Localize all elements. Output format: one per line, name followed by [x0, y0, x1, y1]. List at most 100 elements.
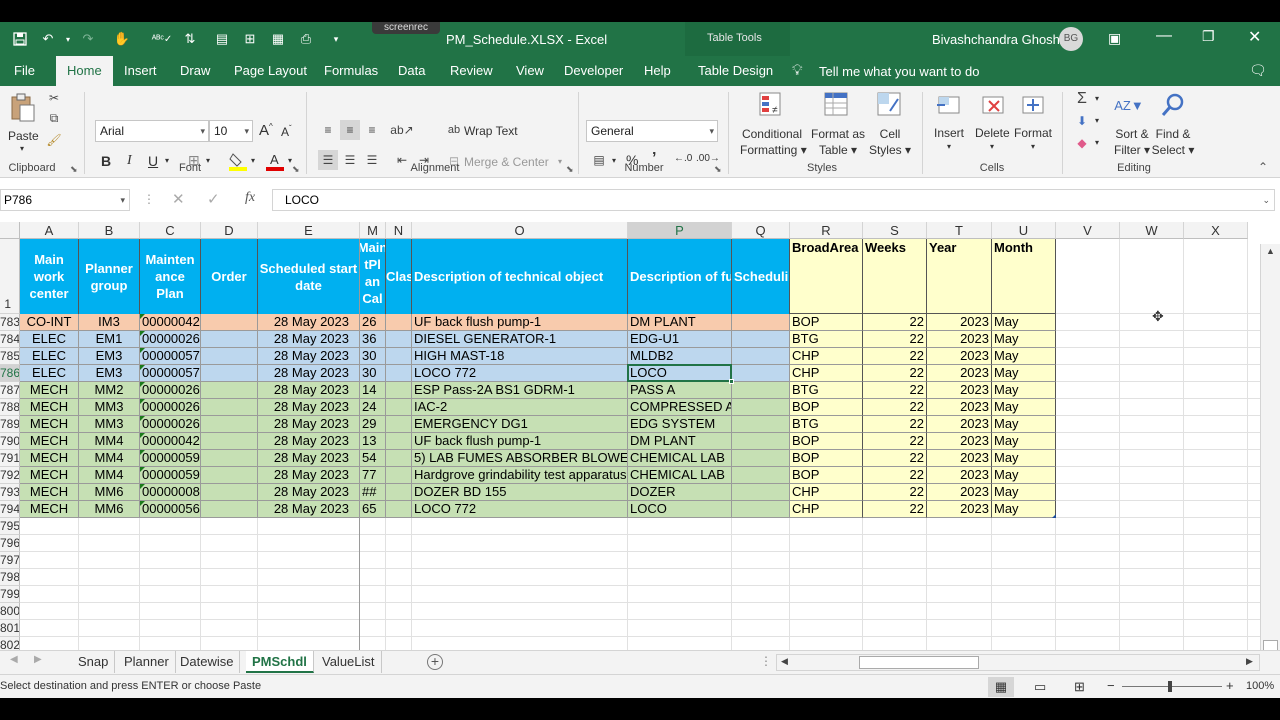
column-header-o[interactable]: O — [412, 222, 628, 239]
cell-a[interactable]: MECH — [20, 399, 79, 416]
cancel-icon[interactable]: ✕ — [172, 190, 185, 208]
header-r[interactable]: BroadArea — [790, 239, 863, 314]
delete-cells-icon[interactable] — [978, 90, 1008, 120]
font-size-combo[interactable]: 10 ▾ — [209, 120, 253, 142]
tab-draw[interactable]: Draw — [172, 56, 218, 86]
column-header-u[interactable]: U — [992, 222, 1056, 239]
empty-cell[interactable] — [732, 348, 790, 365]
cell-b[interactable]: MM3 — [79, 399, 140, 416]
cell-u[interactable]: May — [992, 314, 1056, 331]
cell-b[interactable]: MM4 — [79, 433, 140, 450]
cell-o[interactable]: DOZER BD 155 — [412, 484, 628, 501]
tab-developer[interactable]: Developer — [556, 56, 631, 86]
empty-cell[interactable] — [201, 450, 258, 467]
wrap-text-button[interactable]: Wrap Text — [464, 124, 518, 138]
cell-o[interactable]: LOCO 772 — [412, 365, 628, 382]
align-middle-icon[interactable]: ≡ — [340, 120, 360, 140]
zoom-out-icon[interactable]: − — [1107, 678, 1115, 693]
row-header[interactable]: 783 — [0, 314, 20, 331]
cell-c[interactable]: 00000026 — [140, 416, 201, 433]
empty-cell[interactable] — [201, 331, 258, 348]
tab-review[interactable]: Review — [442, 56, 501, 86]
empty-cell[interactable] — [201, 399, 258, 416]
empty-cell[interactable] — [732, 467, 790, 484]
cell-r[interactable]: CHP — [790, 348, 863, 365]
empty-cell[interactable] — [386, 314, 412, 331]
cell-a[interactable]: MECH — [20, 484, 79, 501]
empty-cell[interactable] — [386, 450, 412, 467]
undo-icon[interactable]: ↶ — [38, 30, 58, 48]
row-header[interactable]: 801 — [0, 620, 20, 637]
row-header[interactable]: 794 — [0, 501, 20, 518]
cell-o[interactable]: 5) LAB FUMES ABSORBER BLOWER — [412, 450, 628, 467]
cell-e[interactable]: 28 May 2023 — [258, 331, 360, 348]
cell-u[interactable]: May — [992, 365, 1056, 382]
cell-styles-button[interactable]: Cell Styles ▾ — [864, 126, 916, 158]
cell-c[interactable]: 00000026 — [140, 382, 201, 399]
cell-r[interactable]: CHP — [790, 484, 863, 501]
cell-p[interactable]: CHEMICAL LAB — [628, 450, 732, 467]
column-header-d[interactable]: D — [201, 222, 258, 239]
cell-p[interactable]: CHEMICAL LAB — [628, 467, 732, 484]
cell-p[interactable]: DM PLANT — [628, 314, 732, 331]
cell-m[interactable]: 24 — [360, 399, 386, 416]
underline-button[interactable]: U — [148, 153, 158, 169]
cell-b[interactable]: EM3 — [79, 348, 140, 365]
cell-s[interactable]: 22 — [863, 348, 927, 365]
scroll-left-icon[interactable]: ◀ — [781, 656, 788, 667]
merge-center-button[interactable]: Merge & Center — [464, 155, 549, 169]
cell-c[interactable]: 00000008 — [140, 484, 201, 501]
cell-b[interactable]: MM2 — [79, 382, 140, 399]
cell-c[interactable]: 00000059 — [140, 467, 201, 484]
row-header[interactable]: 797 — [0, 552, 20, 569]
cell-m[interactable]: 65 — [360, 501, 386, 518]
table-header-p[interactable]: Description of functional — [628, 239, 732, 314]
cell-m[interactable]: 77 — [360, 467, 386, 484]
table-header-d[interactable]: Order — [201, 239, 258, 314]
cell-o[interactable]: IAC-2 — [412, 399, 628, 416]
undo-dropdown-icon[interactable]: ▾ — [58, 30, 78, 48]
cell-t[interactable]: 2023 — [927, 348, 992, 365]
cell-m[interactable]: 14 — [360, 382, 386, 399]
empty-cell[interactable] — [732, 450, 790, 467]
empty-cell[interactable] — [201, 433, 258, 450]
row-header[interactable]: 795 — [0, 518, 20, 535]
paste-dropdown-icon[interactable]: ▾ — [20, 144, 24, 153]
format-painter-icon[interactable]: 🖌︎ — [46, 132, 62, 148]
comments-icon[interactable]: 🗨︎ — [1249, 62, 1267, 79]
fill-dropdown-icon[interactable]: ▾ — [251, 156, 255, 165]
cell-m[interactable]: 29 — [360, 416, 386, 433]
hscroll-thumb[interactable] — [859, 656, 979, 669]
cell-a[interactable]: MECH — [20, 450, 79, 467]
close-icon[interactable]: ✕ — [1248, 27, 1261, 47]
cell-t[interactable]: 2023 — [927, 501, 992, 518]
row-header[interactable]: 786 — [0, 365, 20, 382]
cell-a[interactable]: ELEC — [20, 331, 79, 348]
format-as-table-icon[interactable] — [822, 90, 852, 120]
cell-e[interactable]: 28 May 2023 — [258, 416, 360, 433]
row-header[interactable]: 796 — [0, 535, 20, 552]
align-right-icon[interactable]: ☰ — [362, 150, 382, 170]
cell-s[interactable]: 22 — [863, 484, 927, 501]
cell-a[interactable]: MECH — [20, 433, 79, 450]
row-header[interactable]: 785 — [0, 348, 20, 365]
cell-m[interactable]: 36 — [360, 331, 386, 348]
cell-p[interactable]: DM PLANT — [628, 433, 732, 450]
table-header-a[interactable]: Main work center — [20, 239, 79, 314]
tab-page-layout[interactable]: Page Layout — [226, 56, 315, 86]
column-header-t[interactable]: T — [927, 222, 992, 239]
increase-decimal-icon[interactable]: ←.0 — [674, 153, 692, 164]
cell-b[interactable]: MM6 — [79, 501, 140, 518]
cell-s[interactable]: 22 — [863, 314, 927, 331]
cell-u[interactable]: May — [992, 501, 1056, 518]
empty-cell[interactable] — [386, 382, 412, 399]
table-header-o[interactable]: Description of technical object — [412, 239, 628, 314]
cell-b[interactable]: IM3 — [79, 314, 140, 331]
table-header-q[interactable]: Scheduling st — [732, 239, 790, 314]
empty-cell[interactable] — [201, 484, 258, 501]
cell-b[interactable]: EM3 — [79, 365, 140, 382]
empty-cell[interactable] — [732, 484, 790, 501]
tab-view[interactable]: View — [508, 56, 552, 86]
column-header-p[interactable]: P — [628, 222, 732, 239]
page-layout-view-icon[interactable]: ▭ — [1034, 679, 1046, 695]
